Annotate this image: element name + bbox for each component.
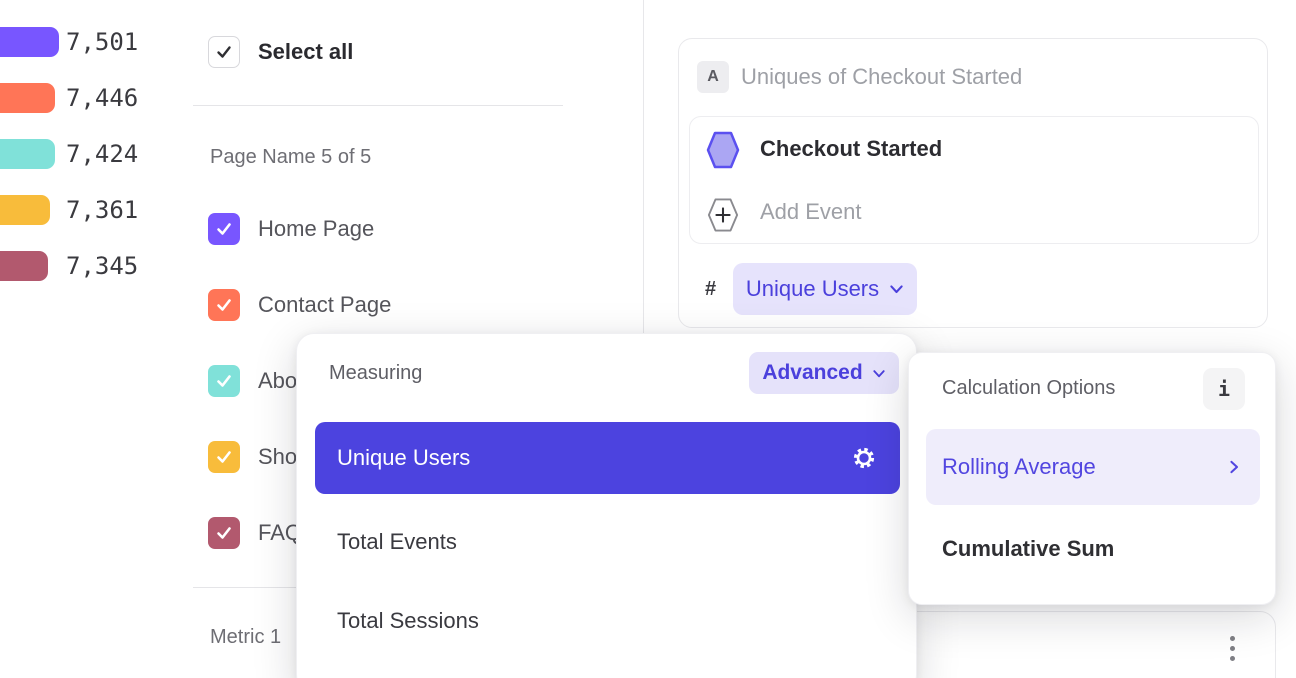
count-hash-symbol: # (705, 263, 716, 315)
group-label: Page Name 5 of 5 (210, 146, 371, 169)
kebab-dot (1230, 656, 1235, 661)
check-icon (215, 448, 233, 466)
checkbox-home-page[interactable] (208, 213, 240, 245)
measuring-menu: Measuring Advanced Unique Users Total Ev… (296, 333, 917, 678)
menu-option-label: Total Events (337, 529, 457, 555)
info-icon[interactable]: i (1203, 368, 1245, 410)
calculation-options-title: Calculation Options (942, 377, 1115, 400)
chevron-right-icon (1228, 459, 1240, 475)
calc-option-cumulative-sum[interactable]: Cumulative Sum (942, 527, 1114, 571)
check-icon (215, 43, 233, 61)
advanced-mode-dropdown[interactable]: Advanced (749, 352, 899, 394)
check-icon (215, 372, 233, 390)
event-hexagon-icon (706, 130, 740, 175)
label-home-page: Home Page (258, 213, 374, 245)
kebab-dot (1230, 636, 1235, 641)
kebab-menu-button[interactable] (1224, 630, 1241, 667)
add-event-hexagon-icon (707, 197, 739, 238)
event-name[interactable]: Checkout Started (760, 117, 942, 181)
query-builder-card: A Uniques of Checkout Started Checkout S… (678, 38, 1268, 328)
kebab-dot (1230, 646, 1235, 651)
checkbox-shop-page[interactable] (208, 441, 240, 473)
label-contact-page: Contact Page (258, 289, 391, 321)
check-icon (215, 524, 233, 542)
menu-option-label: Total Sessions (337, 608, 479, 634)
select-all-label: Select all (258, 36, 353, 68)
legend-bar-2 (0, 83, 55, 113)
check-icon (215, 220, 233, 238)
legend-value-2: 7,446 (66, 83, 138, 113)
legend-bar-4 (0, 195, 50, 225)
add-event-button[interactable]: Add Event (760, 183, 862, 241)
chevron-down-icon (872, 368, 886, 379)
analytics-screen: 7,501 7,446 7,424 7,361 7,345 Select all… (0, 0, 1296, 678)
series-letter-chip: A (697, 61, 729, 93)
menu-option-label: Unique Users (337, 445, 470, 471)
measurement-chip[interactable]: Unique Users (733, 263, 917, 315)
legend-value-4: 7,361 (66, 195, 138, 225)
divider (193, 105, 563, 106)
legend-bar-1 (0, 27, 59, 57)
calculation-options-menu: Calculation Options i Rolling Average Cu… (908, 352, 1276, 605)
measuring-menu-title: Measuring (329, 362, 422, 385)
menu-option-total-events[interactable]: Total Events (315, 506, 900, 578)
checkbox-about-page[interactable] (208, 365, 240, 397)
calc-option-label: Rolling Average (942, 454, 1096, 480)
chevron-down-icon (889, 283, 904, 295)
metric-label: Metric 1 (210, 626, 281, 649)
measurement-chip-label: Unique Users (746, 276, 879, 302)
advanced-mode-label: Advanced (762, 361, 862, 385)
legend-value-3: 7,424 (66, 139, 138, 169)
report-title-input[interactable]: Uniques of Checkout Started (741, 61, 1022, 93)
legend-value-1: 7,501 (66, 27, 138, 57)
checkbox-faq-page[interactable] (208, 517, 240, 549)
menu-option-unique-users[interactable]: Unique Users (315, 422, 900, 494)
legend-bar-3 (0, 139, 55, 169)
check-icon (215, 296, 233, 314)
event-list-card: Checkout Started Add Event (689, 116, 1259, 244)
checkbox-contact-page[interactable] (208, 289, 240, 321)
select-all-checkbox[interactable] (208, 36, 240, 68)
menu-option-total-sessions[interactable]: Total Sessions (315, 585, 900, 657)
legend-value-5: 7,345 (66, 251, 138, 281)
calc-option-rolling-average[interactable]: Rolling Average (926, 429, 1260, 505)
gear-icon[interactable] (852, 446, 876, 470)
legend-bar-5 (0, 251, 48, 281)
